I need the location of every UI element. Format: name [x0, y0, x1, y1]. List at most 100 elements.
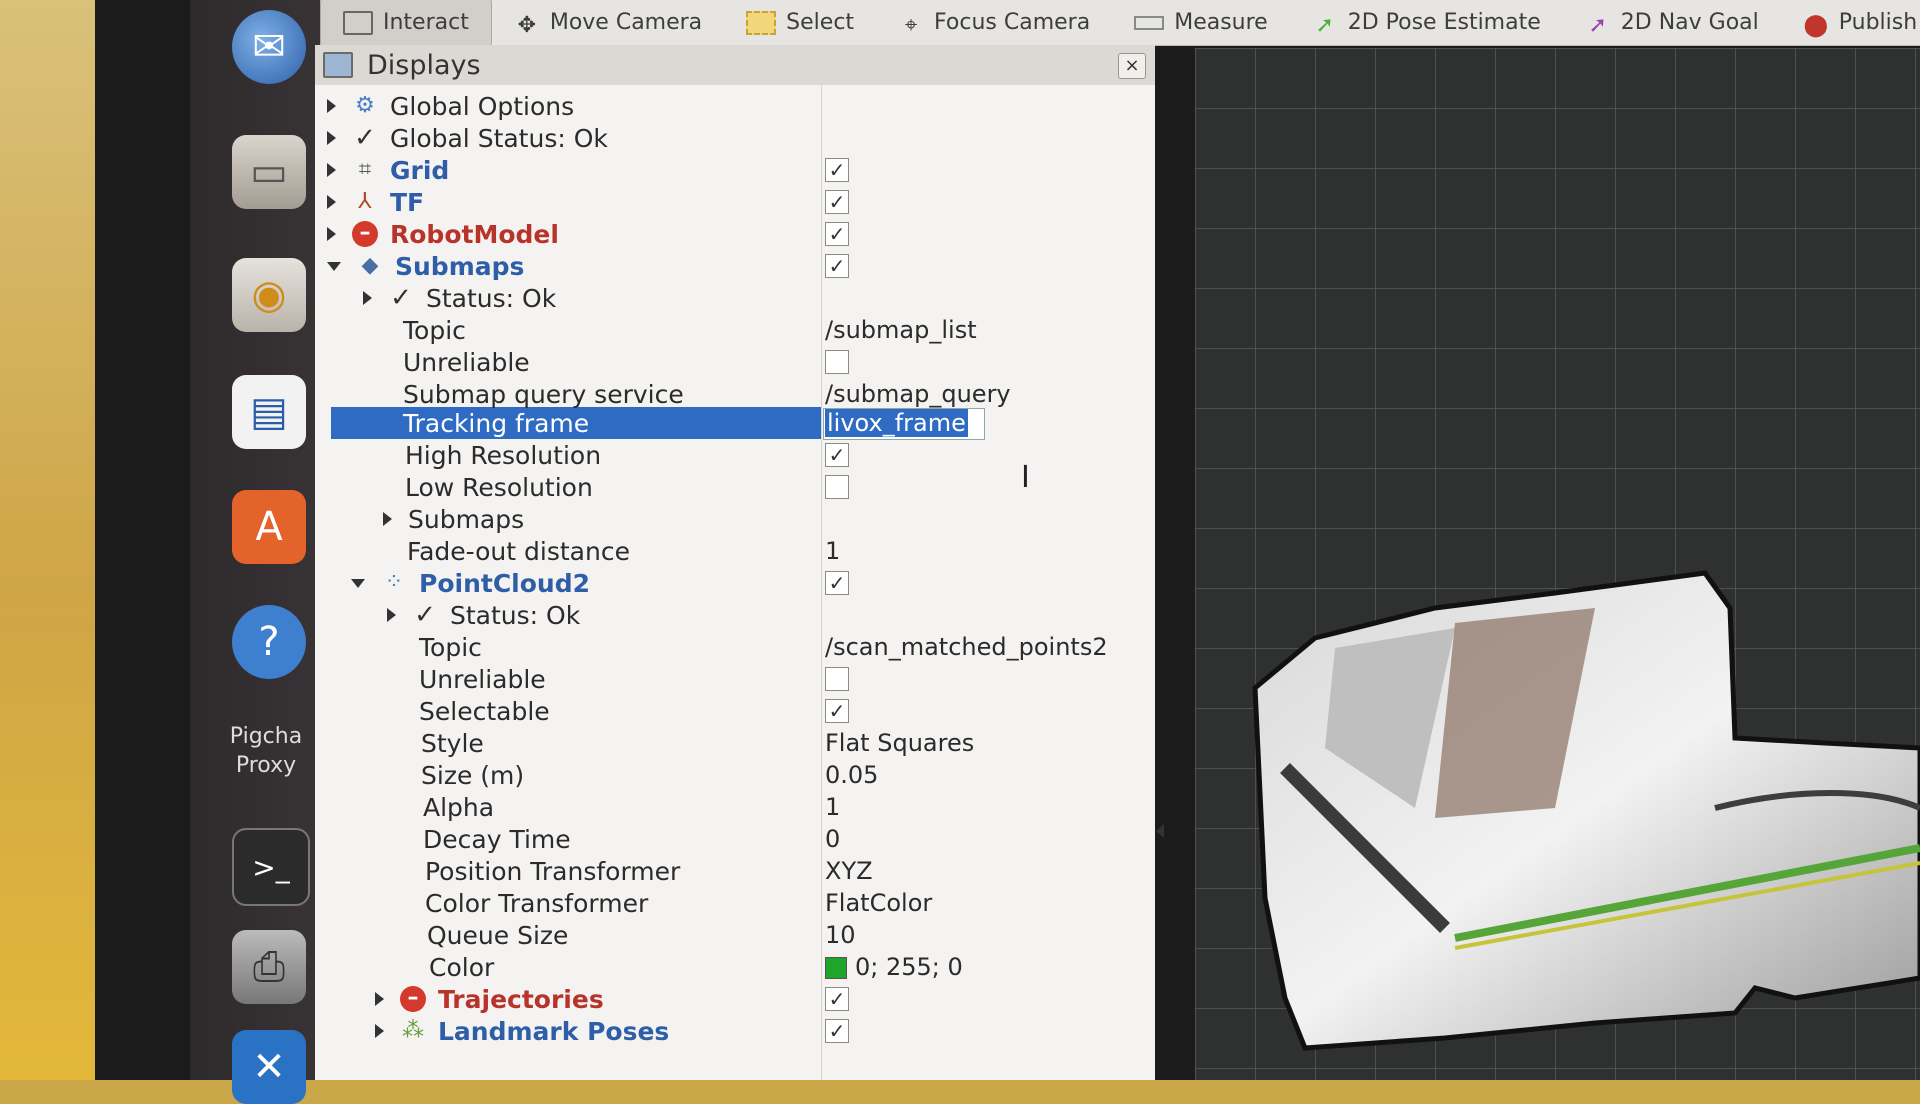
pointcloud2-size-value[interactable]: 0.05	[825, 761, 878, 789]
files-icon[interactable]: ▭	[232, 135, 306, 209]
low-resolution-checkbox[interactable]	[825, 475, 849, 499]
help-icon[interactable]: ?	[232, 605, 306, 679]
expand-arrow-icon[interactable]	[327, 163, 336, 177]
vscode-icon[interactable]: ✕	[232, 1030, 306, 1104]
tree-row-submaps-child[interactable]: Submaps	[315, 503, 1155, 535]
submaps-enabled-checkbox[interactable]: ✓	[825, 254, 849, 278]
submaps-unreliable-checkbox[interactable]	[825, 350, 849, 374]
tree-row-pc-decay-time[interactable]: Decay Time 0	[315, 823, 1155, 855]
libreoffice-writer-icon[interactable]: ▤	[232, 375, 306, 449]
tree-row-pc-color[interactable]: Color 0; 255; 0	[315, 951, 1155, 983]
tree-row-pc-queue-size[interactable]: Queue Size 10	[315, 919, 1155, 951]
tf-enabled-checkbox[interactable]: ✓	[825, 190, 849, 214]
color-swatch[interactable]	[825, 957, 847, 979]
tree-row-trajectories[interactable]: – Trajectories ✓	[315, 983, 1155, 1015]
tree-row-pc-color-transformer[interactable]: Color Transformer FlatColor	[315, 887, 1155, 919]
thunderbird-icon[interactable]: ✉	[232, 10, 306, 84]
robotmodel-enabled-checkbox[interactable]: ✓	[825, 222, 849, 246]
expand-arrow-icon[interactable]	[383, 512, 392, 526]
expand-arrow-icon[interactable]	[363, 291, 372, 305]
expand-arrow-icon[interactable]	[375, 992, 384, 1006]
row-label: RobotModel	[390, 219, 559, 249]
tool-label: Focus Camera	[934, 10, 1091, 35]
tree-row-pc-unreliable[interactable]: Unreliable	[315, 663, 1155, 695]
terminal-icon[interactable]: >_	[232, 828, 310, 906]
collapse-arrow-icon[interactable]	[351, 578, 365, 588]
submap-query-service-value[interactable]: /submap_query	[825, 380, 1011, 408]
pigcha-proxy-label[interactable]: Pigcha Proxy	[210, 722, 322, 780]
pointcloud2-decay-value[interactable]: 0	[825, 825, 840, 853]
gear-icon: ⚙	[355, 93, 375, 118]
focus-camera-icon: ⌖	[904, 12, 918, 38]
tool-publish-point[interactable]: ⬤ Publish Point	[1781, 0, 1920, 45]
tree-row-global-options[interactable]: ⚙ Global Options	[315, 90, 1155, 122]
high-resolution-checkbox[interactable]: ✓	[825, 443, 849, 467]
tool-measure[interactable]: Measure	[1112, 0, 1290, 45]
tree-row-submaps[interactable]: ◆ Submaps ✓	[315, 250, 1155, 282]
trajectories-enabled-checkbox[interactable]: ✓	[825, 987, 849, 1011]
tree-row-pointcloud2[interactable]: ⁘ PointCloud2 ✓	[315, 567, 1155, 599]
tree-row-pc-topic[interactable]: Topic /scan_matched_points2	[315, 631, 1155, 663]
select-icon	[746, 10, 777, 35]
queue-size-value[interactable]: 10	[825, 921, 856, 949]
property-label: Size (m)	[421, 760, 525, 790]
expand-arrow-icon[interactable]	[327, 227, 336, 241]
tool-move-camera[interactable]: ✥ Move Camera	[492, 0, 724, 45]
tree-row-pointcloud2-status[interactable]: ✓ Status: Ok	[315, 599, 1155, 631]
tree-row-pc-alpha[interactable]: Alpha 1	[315, 791, 1155, 823]
tree-row-pc-style[interactable]: Style Flat Squares	[315, 727, 1155, 759]
close-icon[interactable]: ×	[1118, 53, 1146, 79]
color-value[interactable]: 0; 255; 0	[825, 953, 963, 981]
expand-arrow-icon[interactable]	[327, 131, 336, 145]
pointcloud2-style-value[interactable]: Flat Squares	[825, 729, 974, 757]
color-transformer-value[interactable]: FlatColor	[825, 889, 932, 917]
tree-row-pc-size[interactable]: Size (m) 0.05	[315, 759, 1155, 791]
submaps-topic-value[interactable]: /submap_list	[825, 316, 977, 344]
3d-viewport[interactable]	[1195, 48, 1920, 1080]
color-value-text: 0; 255; 0	[855, 953, 963, 981]
tree-row-global-status[interactable]: ✓ Global Status: Ok	[315, 122, 1155, 154]
tool-2d-nav-goal[interactable]: ➚ 2D Nav Goal	[1563, 0, 1781, 45]
pointcloud2-enabled-checkbox[interactable]: ✓	[825, 571, 849, 595]
monitor-icon	[323, 52, 353, 78]
position-transformer-value[interactable]: XYZ	[825, 857, 873, 885]
rhythmbox-icon[interactable]: ◉	[232, 258, 306, 332]
software-center-icon[interactable]: A	[232, 490, 306, 564]
tree-row-submap-query-service[interactable]: Submap query service /submap_query	[315, 378, 1155, 410]
tree-row-pc-selectable[interactable]: Selectable ✓	[315, 695, 1155, 727]
printer-icon[interactable]: ⎙	[232, 930, 306, 1004]
tree-row-submaps-unreliable[interactable]: Unreliable	[315, 346, 1155, 378]
pointcloud2-unreliable-checkbox[interactable]	[825, 667, 849, 691]
check-icon: ✓	[414, 600, 436, 630]
pointcloud2-topic-value[interactable]: /scan_matched_points2	[825, 633, 1108, 661]
tree-row-grid[interactable]: ⌗ Grid ✓	[315, 154, 1155, 186]
property-label: High Resolution	[405, 440, 602, 470]
collapse-arrow-icon[interactable]	[327, 261, 341, 271]
tf-axes-icon: ⅄	[358, 189, 372, 214]
tree-row-robotmodel[interactable]: – RobotModel ✓	[315, 218, 1155, 250]
expand-arrow-icon[interactable]	[327, 99, 336, 113]
tool-interact[interactable]: Interact	[320, 0, 492, 46]
tree-row-landmark-poses[interactable]: ⁂ Landmark Poses ✓	[315, 1015, 1155, 1047]
expand-arrow-icon[interactable]	[327, 195, 336, 209]
tool-2d-pose-estimate[interactable]: ➚ 2D Pose Estimate	[1290, 0, 1563, 45]
expand-arrow-icon[interactable]	[387, 608, 396, 622]
tree-row-tracking-frame[interactable]: Tracking frame livox_frame	[315, 407, 1155, 440]
fade-out-distance-value[interactable]: 1	[825, 537, 840, 565]
tree-row-pc-position-transformer[interactable]: Position Transformer XYZ	[315, 855, 1155, 887]
tracking-frame-value[interactable]: livox_frame	[825, 409, 968, 437]
landmark-poses-enabled-checkbox[interactable]: ✓	[825, 1019, 849, 1043]
pointcloud2-selectable-checkbox[interactable]: ✓	[825, 699, 849, 723]
tree-row-submaps-status[interactable]: ✓ Status: Ok	[315, 282, 1155, 314]
expand-arrow-icon[interactable]	[375, 1024, 384, 1038]
tree-row-tf[interactable]: ⅄ TF ✓	[315, 186, 1155, 218]
tool-select[interactable]: Select	[724, 0, 876, 45]
grid-enabled-checkbox[interactable]: ✓	[825, 158, 849, 182]
tree-row-submaps-topic[interactable]: Topic /submap_list	[315, 314, 1155, 346]
pointcloud2-alpha-value[interactable]: 1	[825, 793, 840, 821]
collapse-panel-arrow-icon[interactable]	[1156, 824, 1164, 838]
tool-focus-camera[interactable]: ⌖ Focus Camera	[876, 0, 1112, 45]
tree-row-fade-out-distance[interactable]: Fade-out distance 1	[315, 535, 1155, 567]
property-label: Topic	[419, 632, 482, 662]
row-label: Grid	[390, 155, 450, 185]
